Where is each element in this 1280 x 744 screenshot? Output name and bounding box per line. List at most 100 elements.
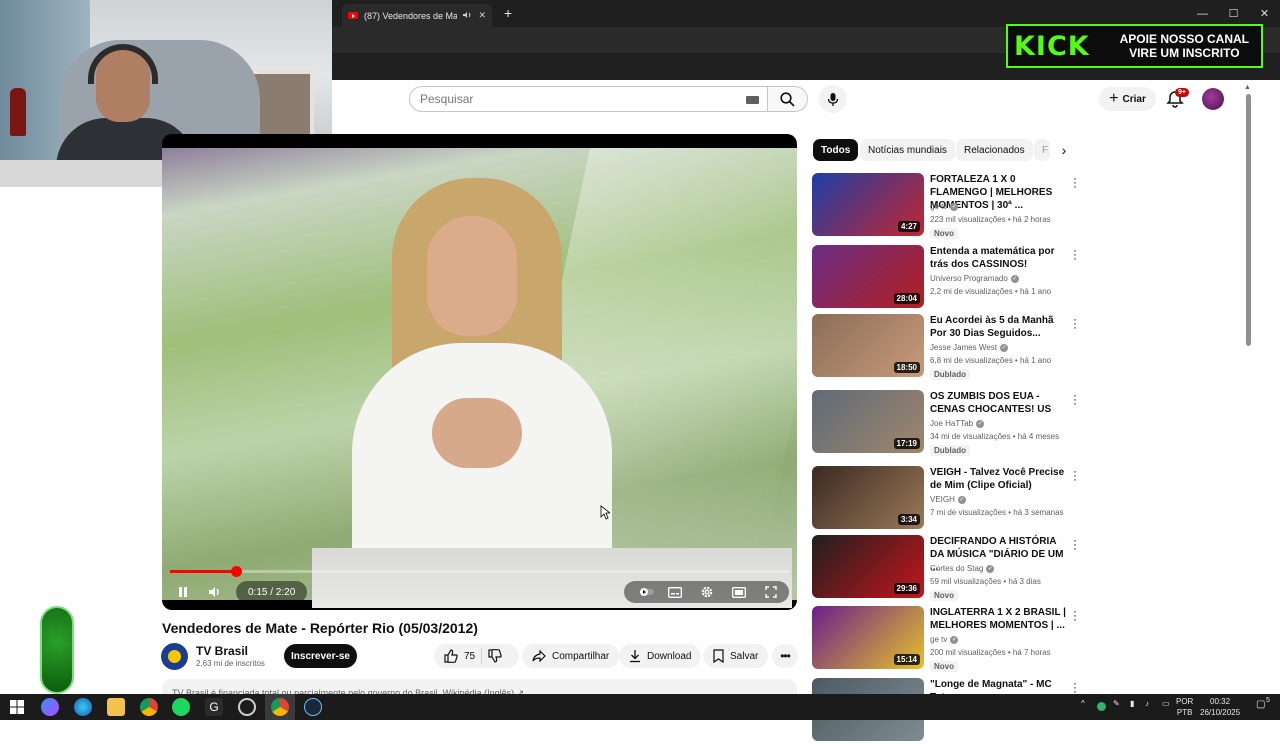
- recommendation-item[interactable]: 28:04 Entenda a matemática por trás dos C…: [812, 244, 1080, 311]
- search-input[interactable]: [420, 92, 740, 106]
- video-thumbnail[interactable]: 3:34: [812, 466, 924, 529]
- close-window-button[interactable]: ✕: [1249, 0, 1280, 27]
- thumbs-down-icon[interactable]: [488, 649, 502, 663]
- chip-todos[interactable]: Todos: [813, 139, 859, 161]
- subtitles-button[interactable]: [664, 580, 686, 604]
- channel-name[interactable]: TV Brasil: [196, 644, 248, 658]
- search-button[interactable]: [768, 86, 808, 112]
- input-language[interactable]: POR PTB: [1176, 696, 1193, 718]
- recommendation-meta: 59 mil visualizações • há 3 dias: [930, 577, 1041, 586]
- speaker-icon[interactable]: [463, 11, 472, 21]
- tray-network-icon[interactable]: ▭: [1162, 699, 1170, 708]
- progress-knob[interactable]: [231, 566, 242, 577]
- page-scrollbar[interactable]: [1246, 94, 1251, 346]
- more-vertical-icon[interactable]: · · ·: [1071, 313, 1079, 333]
- system-clock[interactable]: 00:32 26/10/2025: [1200, 696, 1240, 718]
- tray-app-icon[interactable]: [1097, 702, 1106, 711]
- create-label: Criar: [1122, 93, 1146, 105]
- keyboard-icon[interactable]: [746, 96, 759, 104]
- recommendation-channel[interactable]: VEIGH ✓: [930, 495, 966, 504]
- share-button[interactable]: Compartilhar: [522, 644, 620, 668]
- save-button[interactable]: Salvar: [703, 644, 769, 668]
- recommendation-item[interactable]: 17:19 OS ZUMBIS DOS EUA - CENAS CHOCANTES…: [812, 389, 1080, 456]
- progress-bar[interactable]: [170, 566, 789, 577]
- recommendation-meta: 34 mi de visualizações • há 4 meses: [930, 432, 1060, 441]
- pause-button[interactable]: [172, 580, 194, 604]
- recommendation-channel[interactable]: ge tv ✓: [930, 202, 959, 211]
- recommendation-title[interactable]: Entenda a matemática por trás dos CASSIN…: [930, 245, 1070, 271]
- spotify-icon[interactable]: [172, 698, 190, 716]
- create-button[interactable]: + Criar: [1099, 87, 1156, 111]
- epic-games-icon[interactable]: G: [205, 698, 223, 716]
- recommendation-item[interactable]: 3:34 VEIGH - Talvez Você Precise de Mim (…: [812, 465, 1080, 532]
- theater-mode-button[interactable]: [728, 580, 750, 604]
- chip-partial[interactable]: F: [1034, 139, 1050, 161]
- browser-tab[interactable]: (87) Vedendores de Mate - ✕: [342, 4, 492, 27]
- notifications-badge: 9+: [1175, 88, 1189, 97]
- edge-icon[interactable]: [74, 698, 92, 716]
- thumbs-up-icon[interactable]: [444, 649, 458, 663]
- progress-fill: [170, 570, 236, 573]
- video-thumbnail[interactable]: 18:50: [812, 314, 924, 377]
- video-player[interactable]: 0:15 / 2:20: [162, 134, 797, 610]
- volume-button[interactable]: [204, 580, 226, 604]
- fullscreen-button[interactable]: [760, 580, 782, 604]
- notification-center-icon[interactable]: ▢: [1256, 699, 1265, 710]
- recommendation-badge: Novo: [930, 590, 958, 601]
- new-tab-button[interactable]: +: [504, 5, 512, 21]
- more-vertical-icon[interactable]: · · ·: [1071, 389, 1079, 409]
- file-explorer-icon[interactable]: [107, 698, 125, 716]
- copilot-icon[interactable]: [41, 698, 59, 716]
- more-actions-button[interactable]: •••: [772, 644, 798, 668]
- maximize-button[interactable]: ☐: [1218, 0, 1249, 27]
- steam-icon[interactable]: [304, 698, 322, 716]
- more-vertical-icon[interactable]: · · ·: [1071, 605, 1079, 625]
- chrome-active-icon[interactable]: [271, 698, 289, 716]
- video-thumbnail[interactable]: 4:27: [812, 173, 924, 236]
- chip-relacionados[interactable]: Relacionados: [956, 139, 1033, 161]
- recommendation-title[interactable]: INGLATERRA 1 X 2 BRASIL | MELHORES MOMEN…: [930, 606, 1070, 632]
- tray-chevron-icon[interactable]: ^: [1081, 699, 1085, 708]
- tray-mic-icon[interactable]: ▮: [1130, 699, 1134, 708]
- duration-badge: 4:27: [897, 221, 920, 232]
- settings-button[interactable]: [696, 580, 718, 604]
- video-thumbnail[interactable]: 17:19: [812, 390, 924, 453]
- chevron-right-icon[interactable]: ›: [1053, 139, 1075, 161]
- scroll-up-arrow-icon[interactable]: ▲: [1244, 84, 1251, 91]
- recommendation-channel[interactable]: Joe HaTTab ✓: [930, 419, 985, 428]
- channel-avatar[interactable]: [161, 643, 188, 670]
- recommendation-channel[interactable]: ge tv ✓: [930, 635, 959, 644]
- video-thumbnail[interactable]: 15:14: [812, 606, 924, 669]
- more-vertical-icon[interactable]: · · ·: [1071, 244, 1079, 264]
- chrome-icon[interactable]: [140, 698, 158, 716]
- obs-icon[interactable]: [238, 698, 256, 716]
- windows-taskbar: G ^ ✎ ▮ ♪ ▭ POR PTB 00:32 26/10/2025 ▢ 5: [0, 694, 1280, 720]
- recommendation-channel[interactable]: Universo Programado ✓: [930, 274, 1019, 283]
- more-vertical-icon[interactable]: · · ·: [1071, 534, 1079, 554]
- close-tab-icon[interactable]: ✕: [478, 10, 486, 21]
- video-thumbnail[interactable]: 28:04: [812, 245, 924, 308]
- more-vertical-icon[interactable]: · · ·: [1071, 465, 1079, 485]
- voice-search-button[interactable]: [819, 85, 847, 113]
- download-button[interactable]: Download: [619, 644, 702, 668]
- autoplay-toggle[interactable]: [636, 580, 658, 604]
- tray-volume-icon[interactable]: ♪: [1145, 699, 1149, 708]
- account-avatar[interactable]: [1202, 88, 1224, 110]
- recommendation-item[interactable]: 18:50 Eu Acordei às 5 da Manhã Por 30 Dia…: [812, 313, 1080, 380]
- recommendation-channel[interactable]: Jesse James West ✓: [930, 343, 1008, 352]
- tray-pen-icon[interactable]: ✎: [1113, 699, 1120, 708]
- chip-noticias-mundiais[interactable]: Notícias mundiais: [860, 139, 955, 161]
- recommendation-title[interactable]: VEIGH - Talvez Você Precise de Mim (Clip…: [930, 466, 1070, 492]
- subscribe-button[interactable]: Inscrever-se: [284, 644, 357, 668]
- recommendation-item[interactable]: 4:27 FORTALEZA 1 X 0 FLAMENGO | MELHORES …: [812, 172, 1080, 239]
- windows-start-icon[interactable]: [8, 698, 26, 716]
- more-vertical-icon[interactable]: · · ·: [1071, 172, 1079, 192]
- video-thumbnail[interactable]: 29:36: [812, 535, 924, 598]
- recommendation-item[interactable]: 15:14 INGLATERRA 1 X 2 BRASIL | MELHORES …: [812, 605, 1080, 672]
- recommendation-channel[interactable]: Cortes do Stag ✓: [930, 564, 995, 573]
- recommendation-item[interactable]: 29:36 DECIFRANDO A HISTÓRIA DA MÚSICA "DI…: [812, 534, 1080, 601]
- minimize-button[interactable]: —: [1187, 0, 1218, 27]
- more-vertical-icon[interactable]: · · ·: [1071, 677, 1079, 697]
- recommendation-title[interactable]: Eu Acordei às 5 da Manhã Por 30 Dias Seg…: [930, 314, 1070, 340]
- recommendation-title[interactable]: OS ZUMBIS DOS EUA - CENAS CHOCANTES! US: [930, 390, 1070, 416]
